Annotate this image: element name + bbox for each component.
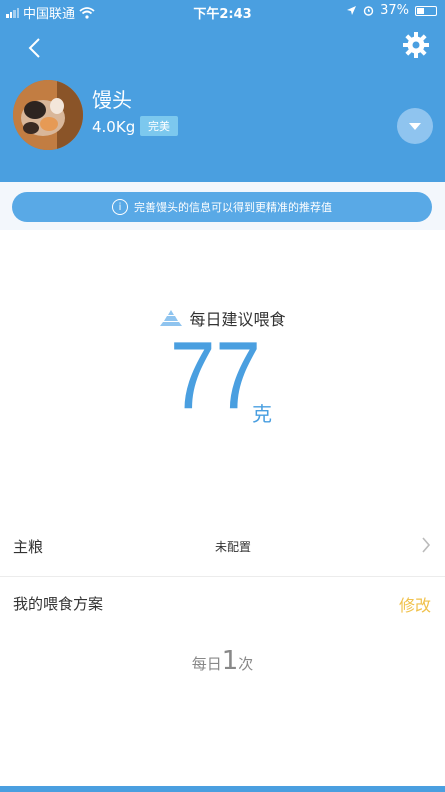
- main-food-label: 主粮: [13, 538, 44, 556]
- battery-icon: [415, 5, 437, 16]
- frequency-prefix: 每日: [191, 655, 222, 673]
- cat-photo: [13, 80, 83, 150]
- main-food-row[interactable]: 主粮 未配置: [0, 520, 445, 577]
- back-icon[interactable]: [24, 36, 46, 60]
- bottom-bar: [0, 786, 445, 792]
- daily-amount-unit: 克: [252, 402, 272, 426]
- main-food-value: 未配置: [215, 540, 252, 554]
- frequency-suffix: 次: [238, 655, 254, 673]
- info-banner[interactable]: i 完善馒头的信息可以得到更精准的推荐值: [12, 192, 432, 222]
- pet-name: 馒头: [92, 88, 132, 112]
- gear-icon[interactable]: [403, 32, 429, 58]
- info-banner-text: 完善馒头的信息可以得到更精准的推荐值: [134, 201, 332, 214]
- info-strip: i 完善馒头的信息可以得到更精准的推荐值: [0, 182, 445, 230]
- daily-amount: 77: [170, 322, 261, 429]
- status-right: 37%: [346, 3, 437, 18]
- frequency-count: 1: [221, 646, 239, 676]
- chevron-down-icon[interactable]: [397, 108, 433, 144]
- battery-percent: 37%: [380, 3, 409, 18]
- info-icon: i: [112, 199, 128, 215]
- chevron-right-icon: [422, 537, 431, 553]
- pet-weight: 4.0Kg: [92, 118, 136, 136]
- alarm-icon: [363, 6, 374, 16]
- status-badge: 完美: [140, 116, 178, 136]
- feeding-plan-title: 我的喂食方案: [13, 595, 104, 613]
- status-bar: 中国联通 下午2:43 37%: [0, 0, 445, 22]
- pet-header: 中国联通 下午2:43 37% 馒头 4.0Kg 完美: [0, 0, 445, 182]
- edit-plan-button[interactable]: 修改: [399, 592, 431, 616]
- feeding-frequency: 每日1次: [0, 646, 445, 676]
- pet-avatar[interactable]: [13, 80, 83, 150]
- location-arrow-icon: [347, 6, 357, 15]
